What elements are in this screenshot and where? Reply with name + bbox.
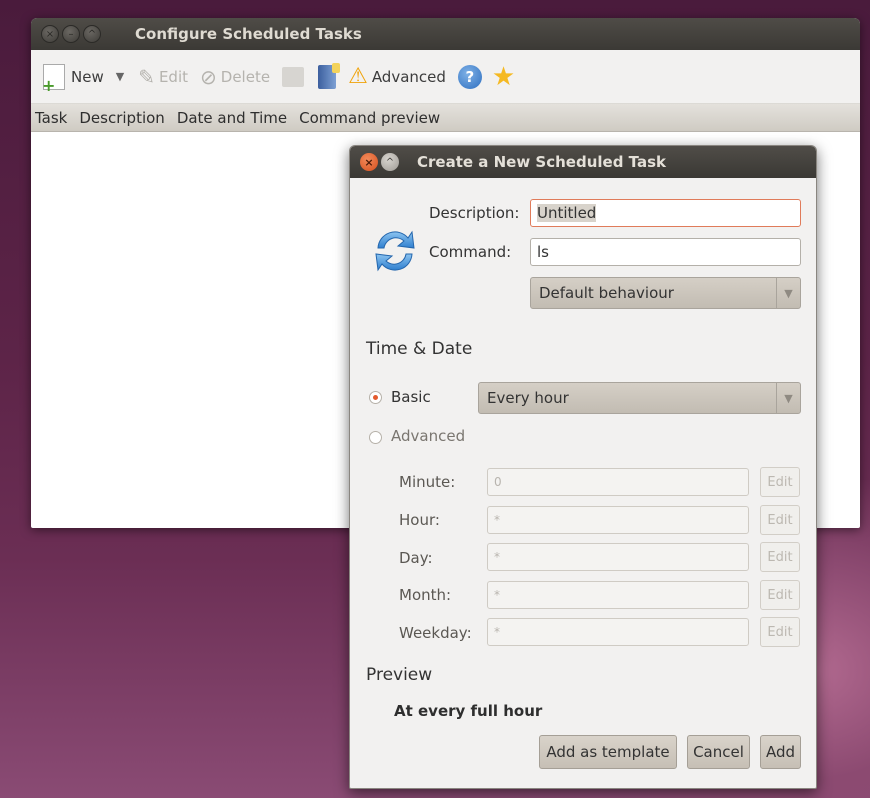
- minute-label: Minute:: [399, 473, 456, 491]
- chevron-down-icon: ▼: [776, 278, 800, 308]
- hour-value: *: [494, 513, 500, 527]
- description-input[interactable]: Untitled: [530, 199, 801, 227]
- delete-button[interactable]: ⊘ Delete: [200, 65, 270, 89]
- month-value: *: [494, 588, 500, 602]
- preview-text: At every full hour: [394, 702, 543, 720]
- new-task-dialog: × ^ Create a New Scheduled Task Descript…: [349, 145, 817, 789]
- hour-edit-button[interactable]: Edit: [760, 505, 800, 535]
- close-icon[interactable]: ×: [41, 25, 59, 43]
- chevron-down-icon: ▼: [776, 383, 800, 413]
- dialog-titlebar[interactable]: × ^ Create a New Scheduled Task: [350, 146, 816, 178]
- day-edit-button[interactable]: Edit: [760, 542, 800, 572]
- day-label: Day:: [399, 549, 433, 567]
- command-input[interactable]: ls: [530, 238, 801, 266]
- advanced-radio[interactable]: [369, 431, 382, 444]
- edit-button[interactable]: ✎ Edit: [138, 65, 188, 89]
- advanced-label[interactable]: Advanced: [391, 427, 465, 445]
- basic-frequency-value: Every hour: [487, 389, 569, 407]
- toolbar: New ▼ ✎ Edit ⊘ Delete ⚠ Advanced ? ★: [31, 50, 860, 104]
- add-as-template-button[interactable]: Add as template: [539, 735, 677, 769]
- star-icon[interactable]: ★: [492, 62, 515, 92]
- weekday-input[interactable]: *: [487, 618, 749, 646]
- refresh-icon: [375, 230, 415, 272]
- basic-radio[interactable]: [369, 391, 382, 404]
- column-command-preview[interactable]: Command preview: [299, 109, 440, 127]
- new-task-icon: [42, 63, 65, 95]
- pencil-icon: ✎: [138, 64, 155, 89]
- task-list-header: Task Description Date and Time Command p…: [31, 104, 860, 132]
- minute-input[interactable]: 0: [487, 468, 749, 496]
- behaviour-select[interactable]: Default behaviour ▼: [530, 277, 801, 309]
- cancel-button[interactable]: Cancel: [687, 735, 750, 769]
- command-label: Command:: [429, 243, 512, 261]
- delete-label: Delete: [220, 67, 271, 86]
- month-label: Month:: [399, 586, 452, 604]
- delete-icon: ⊘: [200, 64, 217, 89]
- column-description[interactable]: Description: [79, 109, 164, 127]
- main-titlebar[interactable]: × – ^ Configure Scheduled Tasks: [31, 18, 860, 50]
- new-dropdown-arrow-icon[interactable]: ▼: [116, 70, 124, 83]
- day-input[interactable]: *: [487, 543, 749, 571]
- description-label: Description:: [429, 204, 520, 222]
- weekday-label: Weekday:: [399, 624, 472, 642]
- edit-label: Edit: [158, 67, 189, 86]
- window-title: Configure Scheduled Tasks: [135, 25, 362, 43]
- minimize-icon[interactable]: –: [62, 25, 80, 43]
- dialog-maximize-icon[interactable]: ^: [381, 153, 399, 171]
- day-value: *: [494, 550, 500, 564]
- time-date-heading: Time & Date: [366, 339, 473, 359]
- window-controls: × – ^: [41, 25, 111, 43]
- run-task-icon[interactable]: [282, 66, 305, 87]
- help-icon[interactable]: ?: [457, 64, 482, 89]
- month-input[interactable]: *: [487, 581, 749, 609]
- template-icon[interactable]: [318, 62, 341, 89]
- minute-value: 0: [494, 475, 502, 489]
- new-label: New: [71, 67, 104, 86]
- advanced-button[interactable]: ⚠ Advanced: [348, 64, 446, 89]
- basic-label[interactable]: Basic: [391, 388, 431, 406]
- command-value: ls: [537, 243, 549, 261]
- hour-input[interactable]: *: [487, 506, 749, 534]
- advanced-toolbar-label: Advanced: [371, 67, 446, 86]
- new-button[interactable]: New: [42, 63, 104, 95]
- month-edit-button[interactable]: Edit: [760, 580, 800, 610]
- maximize-icon[interactable]: ^: [83, 25, 101, 43]
- weekday-edit-button[interactable]: Edit: [760, 617, 800, 647]
- weekday-value: *: [494, 625, 500, 639]
- dialog-close-icon[interactable]: ×: [360, 153, 378, 171]
- hour-label: Hour:: [399, 511, 440, 529]
- minute-edit-button[interactable]: Edit: [760, 467, 800, 497]
- dialog-title: Create a New Scheduled Task: [417, 153, 666, 171]
- behaviour-value: Default behaviour: [539, 284, 674, 302]
- column-task[interactable]: Task: [35, 109, 67, 127]
- add-button[interactable]: Add: [760, 735, 801, 769]
- basic-frequency-select[interactable]: Every hour ▼: [478, 382, 801, 414]
- column-date-time[interactable]: Date and Time: [177, 109, 287, 127]
- preview-heading: Preview: [366, 665, 433, 685]
- description-value: Untitled: [537, 204, 597, 222]
- warning-icon: ⚠: [348, 64, 368, 89]
